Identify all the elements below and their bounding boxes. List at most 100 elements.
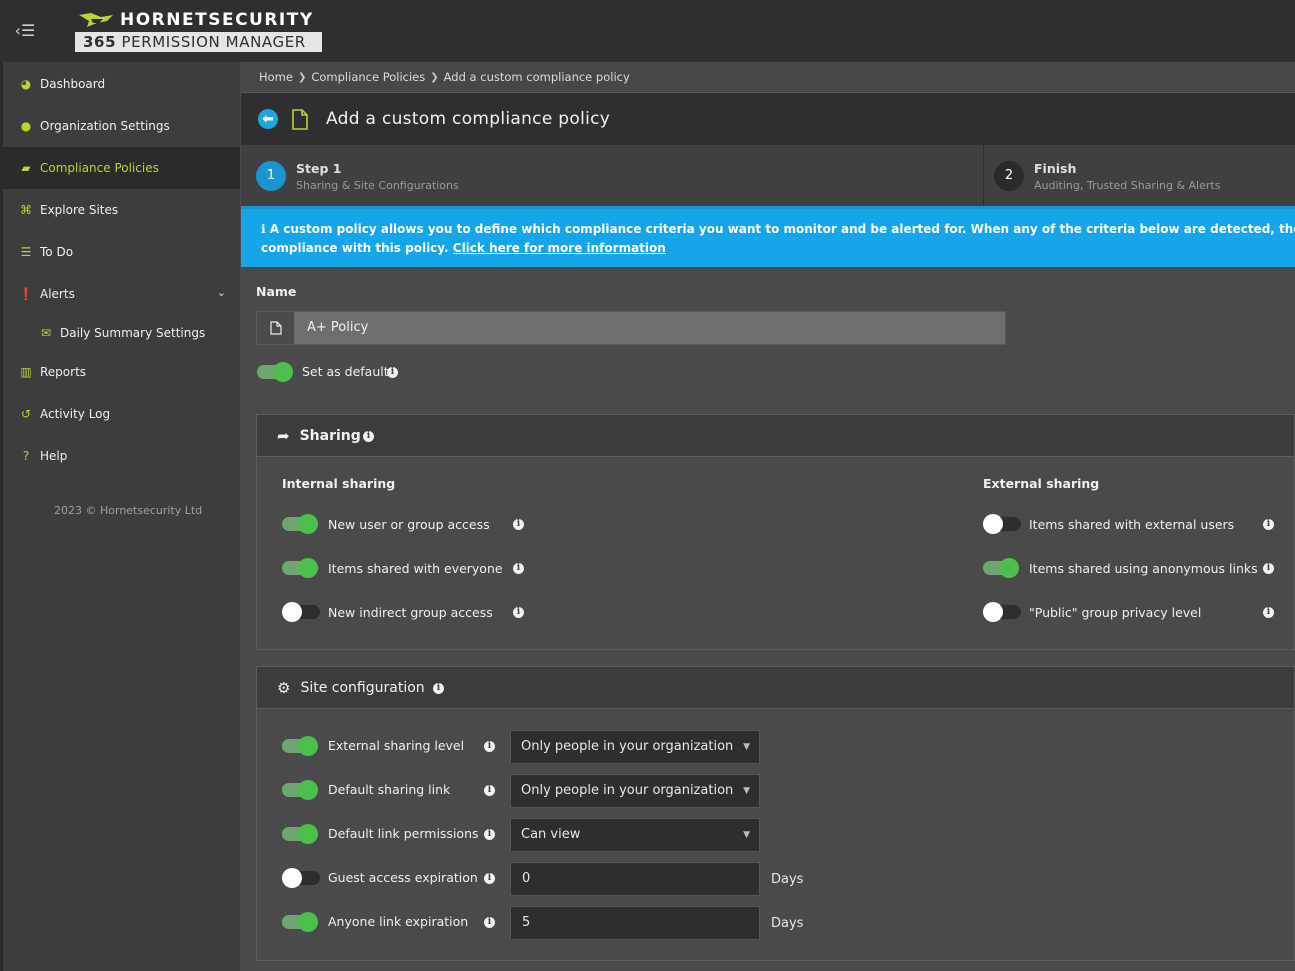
menu-toggle-icon[interactable]: ‹☰ [12, 20, 38, 42]
caret-down-icon: ▼ [743, 742, 750, 752]
set-default-toggle[interactable] [257, 362, 293, 382]
info-icon[interactable]: i [387, 367, 398, 378]
file-icon [257, 312, 294, 344]
share-icon: ➦ [277, 426, 290, 445]
more-info-link[interactable]: Click here for more information [453, 241, 666, 255]
toggle-external-sharing-level[interactable] [282, 736, 318, 756]
default-sharing-link-select[interactable]: Only people in your organization ▼ [510, 774, 760, 808]
page-header: ⬅ Add a custom compliance policy [241, 93, 1295, 145]
guest-access-expiration-input[interactable]: 0 [510, 862, 760, 896]
step-number: 1 [256, 161, 286, 191]
external-sharing-title: External sharing [983, 476, 1100, 491]
step-2[interactable]: 2 Finish Auditing, Trusted Sharing & Ale… [994, 145, 1220, 207]
sidebar-item-compliance-policies[interactable]: ▰ Compliance Policies [0, 147, 240, 189]
chevron-down-icon: ⌄ [216, 286, 226, 299]
default-link-permissions-select[interactable]: Can view ▼ [510, 818, 760, 852]
toggle-label: Default sharing link [328, 782, 451, 797]
breadcrumb: Home ❯ Compliance Policies ❯ Add a custo… [241, 62, 1295, 93]
info-icon[interactable]: i [1263, 607, 1274, 618]
name-value: A+ Policy [307, 320, 369, 335]
globe-icon: ● [20, 119, 32, 133]
step-1[interactable]: 1 Step 1 Sharing & Site Configurations [256, 145, 459, 207]
chevron-right-icon: ❯ [297, 71, 307, 83]
breadcrumb-compliance-policies[interactable]: Compliance Policies [311, 70, 425, 84]
info-icon[interactable]: i [513, 563, 524, 574]
document-icon [292, 108, 308, 130]
hornetsecurity-logo: HORNETSECURITY 365 PERMISSION MANAGER [75, 9, 323, 53]
info-icon[interactable]: i [484, 741, 495, 752]
anyone-link-expiration-input[interactable]: 5 [510, 906, 760, 940]
info-icon[interactable]: i [513, 519, 524, 530]
sharing-title: Sharing [299, 427, 361, 444]
alert-icon: ❗ [18, 287, 34, 301]
wizard-steps: 1 Step 1 Sharing & Site Configurations 2… [241, 145, 1295, 207]
sidebar-item-to-do[interactable]: ☰ To Do [0, 231, 240, 273]
toggle-public-group-privacy[interactable] [983, 602, 1021, 622]
breadcrumb-current: Add a custom compliance policy [443, 70, 630, 84]
info-banner: ℹ A custom policy allows you to define w… [241, 209, 1295, 267]
step-title: Finish [1034, 160, 1077, 176]
dashboard-icon: ◕ [20, 77, 32, 91]
caret-down-icon: ▼ [743, 786, 750, 796]
toggle-label: Anyone link expiration [328, 914, 469, 929]
step-title: Step 1 [296, 160, 342, 176]
sidebar-item-dashboard[interactable]: ◕ Dashboard [0, 63, 240, 105]
name-field[interactable]: A+ Policy [256, 311, 1006, 345]
binoculars-icon: ⌘ [20, 203, 32, 217]
info-icon[interactable]: i [1263, 519, 1274, 530]
info-icon[interactable]: i [484, 873, 495, 884]
toggle-default-sharing-link[interactable] [282, 780, 318, 800]
brand-name: HORNETSECURITY [120, 10, 314, 30]
sidebar-item-reports[interactable]: ▥ Reports [0, 351, 240, 393]
info-icon[interactable]: i [484, 829, 495, 840]
toggle-new-indirect-group-access[interactable] [282, 602, 320, 622]
caret-down-icon: ▼ [743, 830, 750, 840]
toggle-default-link-permissions[interactable] [282, 824, 318, 844]
toggle-items-shared-external[interactable] [983, 514, 1021, 534]
toggle-label: Default link permissions [328, 826, 479, 841]
info-icon[interactable]: i [1263, 563, 1274, 574]
gears-icon: ⚙ [277, 678, 291, 697]
back-arrow-icon[interactable]: ⬅ [258, 109, 278, 129]
breadcrumb-home[interactable]: Home [259, 70, 293, 84]
top-bar: ‹☰ HORNETSECURITY 365 PERMISSION MANAGER [0, 0, 1295, 62]
sidebar-item-organization-settings[interactable]: ● Organization Settings [0, 105, 240, 147]
info-icon: ℹ [261, 222, 266, 236]
external-sharing-level-select[interactable]: Only people in your organization ▼ [510, 730, 760, 764]
toggle-anonymous-links[interactable] [983, 558, 1019, 578]
toggle-anyone-link-expiration[interactable] [282, 912, 318, 932]
product-name: 365 PERMISSION MANAGER [75, 32, 322, 52]
info-icon[interactable]: i [363, 431, 374, 442]
toggle-label: External sharing level [328, 738, 465, 753]
sidebar-item-explore-sites[interactable]: ⌘ Explore Sites [0, 189, 240, 231]
copyright: 2023 © Hornetsecurity Ltd [54, 504, 203, 517]
toggle-items-shared-everyone[interactable] [282, 558, 318, 578]
sidebar-item-alerts[interactable]: ❗ Alerts ⌄ [0, 273, 240, 315]
info-icon[interactable]: i [484, 917, 495, 928]
info-icon[interactable]: i [513, 607, 524, 618]
sidebar-item-activity-log[interactable]: ↺ Activity Log [0, 393, 240, 435]
toggle-guest-access-expiration[interactable] [282, 868, 320, 888]
chevron-right-icon: ❯ [430, 71, 439, 83]
days-unit: Days [771, 872, 804, 887]
list-icon: ☰ [20, 245, 32, 259]
history-icon: ↺ [20, 407, 32, 421]
page-title: Add a custom compliance policy [326, 109, 611, 129]
book-icon: ▰ [21, 161, 31, 175]
set-default-label: Set as default [302, 364, 389, 379]
toggle-label: Items shared with external users [1029, 517, 1235, 532]
toggle-label: New user or group access [328, 517, 490, 532]
toggle-label: New indirect group access [328, 605, 493, 620]
days-unit: Days [771, 916, 804, 931]
sidebar-item-help[interactable]: ? Help [0, 435, 240, 477]
sidebar-item-daily-summary-settings[interactable]: ✉ Daily Summary Settings [0, 313, 240, 353]
info-icon[interactable]: i [484, 785, 495, 796]
toggle-label: Items shared with everyone [328, 561, 503, 576]
toggle-new-user-group-access[interactable] [282, 514, 318, 534]
toggle-label: "Public" group privacy level [1029, 605, 1202, 620]
site-configuration-title: Site configuration [300, 679, 425, 696]
help-icon: ? [22, 449, 30, 463]
toggle-label: Guest access expiration [328, 870, 478, 885]
info-icon[interactable]: i [433, 683, 444, 694]
step-subtitle: Sharing & Site Configurations [296, 178, 459, 192]
